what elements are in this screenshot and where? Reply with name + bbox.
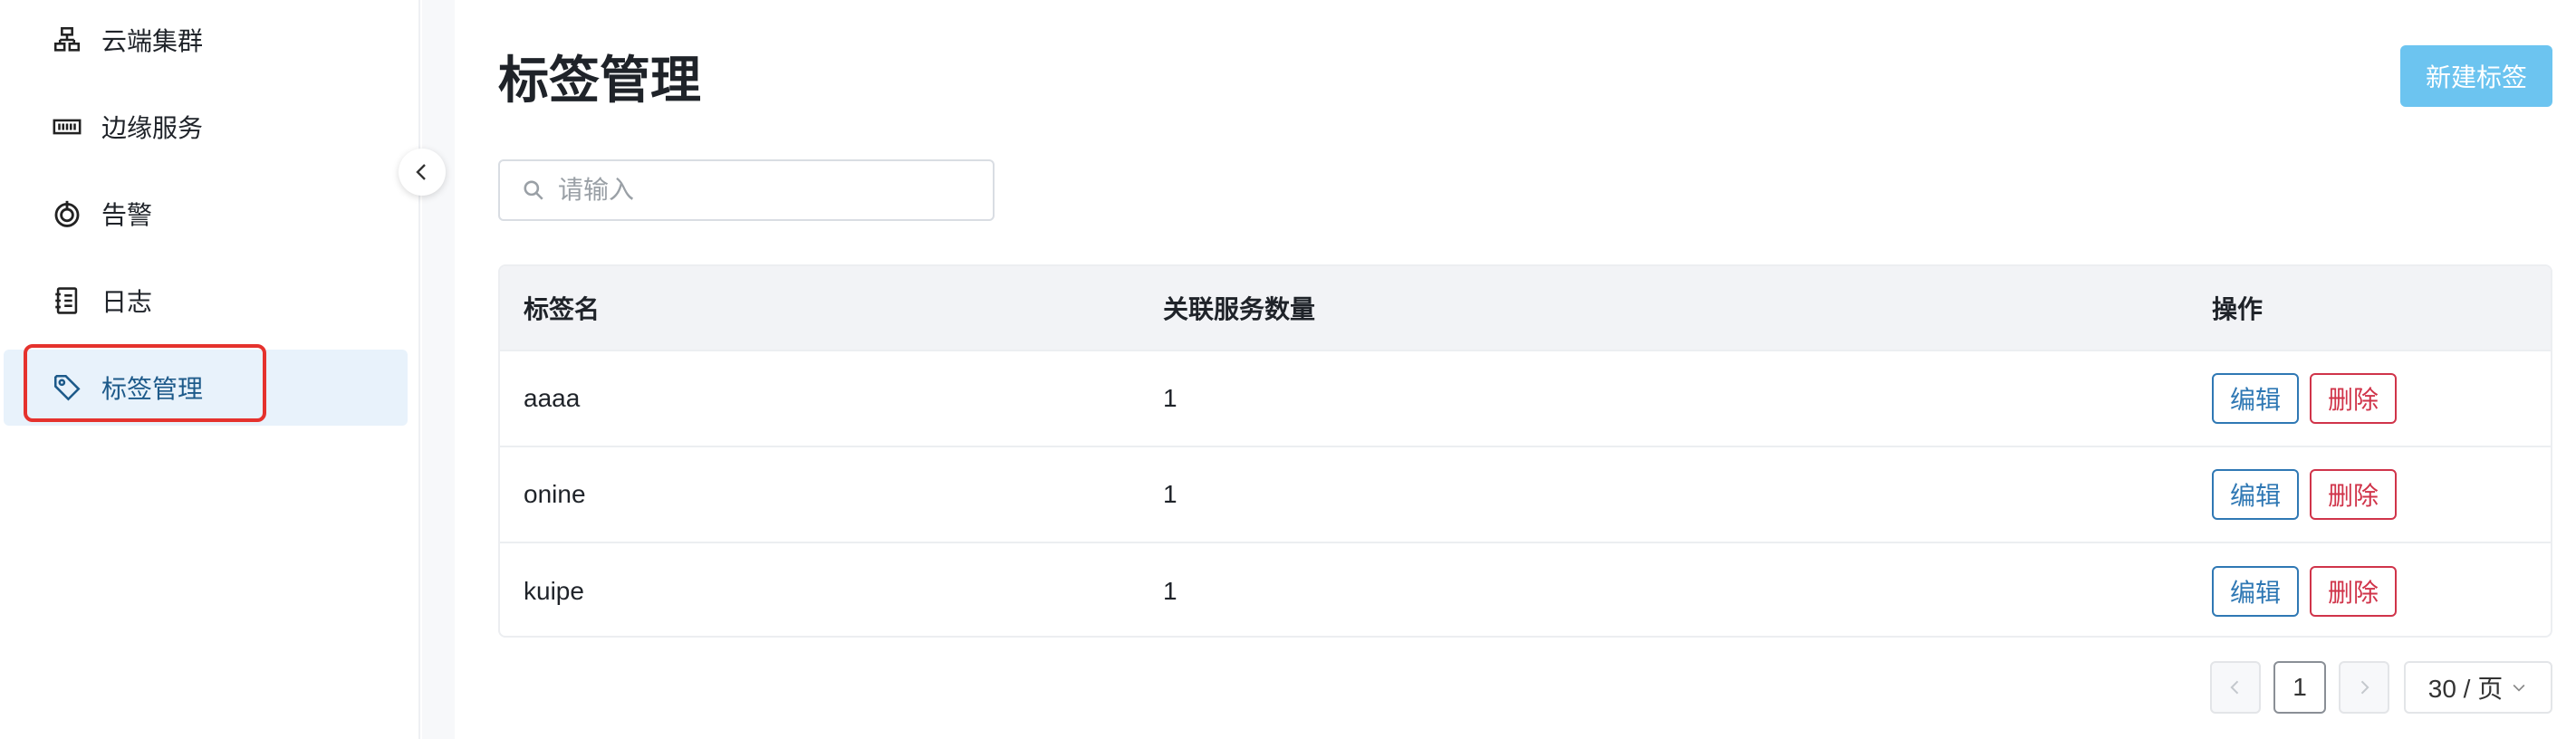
delete-button[interactable]: 删除	[2310, 566, 2398, 617]
log-icon	[49, 283, 85, 319]
cluster-icon	[49, 22, 85, 58]
tag-name-cell: kuipe	[524, 577, 584, 605]
sidebar-item-label: 告警	[101, 201, 153, 229]
tag-icon	[49, 370, 85, 406]
sidebar-item-tag-management[interactable]: 标签管理	[4, 350, 408, 426]
tag-name-cell: aaaa	[524, 384, 581, 412]
edit-button[interactable]: 编辑	[2212, 469, 2300, 520]
service-count-cell: 1	[1163, 480, 1177, 508]
alarm-icon	[49, 196, 85, 232]
prev-page-button[interactable]	[2210, 661, 2261, 714]
delete-button[interactable]: 删除	[2310, 373, 2398, 424]
search-icon	[524, 180, 543, 200]
page-size-select[interactable]: 30 / 页	[2404, 661, 2552, 714]
service-count-cell: 1	[1163, 384, 1177, 412]
tag-name-cell: onine	[524, 480, 586, 508]
new-tag-button[interactable]: 新建标签	[2400, 45, 2552, 107]
content-gutter	[422, 0, 455, 739]
column-header-service-count: 关联服务数量	[1163, 295, 1316, 323]
sidebar-collapse-button[interactable]	[399, 149, 446, 196]
sidebar-item-label: 边缘服务	[101, 114, 204, 142]
next-page-button[interactable]	[2339, 661, 2389, 714]
chevron-left-icon	[416, 164, 426, 180]
sidebar-item-label: 日志	[101, 288, 153, 316]
sidebar-item-edge-service[interactable]: 边缘服务	[4, 89, 408, 165]
sidebar-item-label: 云端集群	[101, 27, 204, 55]
sidebar-item-alarm[interactable]: 告警	[4, 176, 408, 252]
table-header: 标签名 关联服务数量 操作	[500, 266, 2551, 351]
sidebar-item-label: 标签管理	[101, 375, 204, 403]
edge-service-icon	[49, 109, 85, 145]
edit-button[interactable]: 编辑	[2212, 566, 2300, 617]
chevron-down-icon	[2513, 684, 2525, 692]
search-box[interactable]	[498, 159, 995, 221]
delete-button[interactable]: 删除	[2310, 469, 2398, 520]
column-header-actions: 操作	[2212, 295, 2264, 323]
table-row: onine 1 编辑 删除	[500, 447, 2551, 543]
page-number-button[interactable]: 1	[2273, 661, 2326, 714]
actions-cell: 编辑 删除	[2212, 373, 2398, 424]
actions-cell: 编辑 删除	[2212, 469, 2398, 520]
chevron-left-icon	[2230, 680, 2239, 695]
table-row: aaaa 1 编辑 删除	[500, 351, 2551, 447]
column-header-tag-name: 标签名	[524, 295, 601, 323]
page-size-label: 30 / 页	[2427, 675, 2504, 703]
table-row: kuipe 1 编辑 删除	[500, 543, 2551, 636]
page-title: 标签管理	[498, 52, 701, 109]
search-input[interactable]	[558, 176, 956, 205]
actions-cell: 编辑 删除	[2212, 566, 2398, 617]
sidebar-item-log[interactable]: 日志	[4, 263, 408, 339]
chevron-right-icon	[2360, 680, 2369, 695]
sidebar: 云端集群 边缘服务 告警 日志 标签管理	[0, 0, 420, 739]
edit-button[interactable]: 编辑	[2212, 373, 2300, 424]
sidebar-item-cloud-cluster[interactable]: 云端集群	[4, 2, 408, 78]
tag-table: 标签名 关联服务数量 操作 aaaa 1 编辑 删除 onine 1 编辑 删除…	[498, 264, 2552, 638]
service-count-cell: 1	[1163, 577, 1177, 605]
